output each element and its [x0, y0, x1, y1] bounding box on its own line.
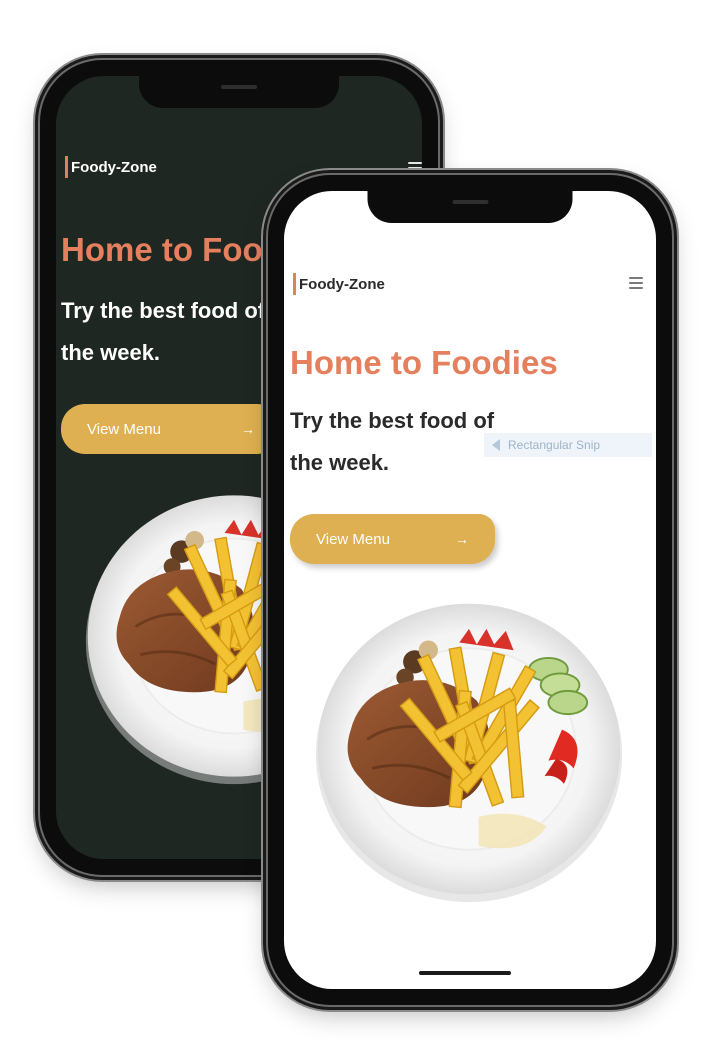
rectangular-snip-overlay: Rectangular Snip — [484, 433, 652, 457]
front-phone-mockup: Foody-Zone Home to Foodies Try the best … — [268, 175, 672, 1005]
hero-title: Home to Foodies — [290, 344, 558, 381]
brand-name: Foody-Zone — [299, 275, 385, 293]
snip-triangle-icon — [492, 439, 500, 451]
hamburger-menu-icon[interactable] — [629, 277, 643, 289]
view-menu-button[interactable]: View Menu → — [290, 514, 495, 564]
hero-subtitle-line1: Try the best food of — [61, 298, 266, 323]
brand-name: Foody-Zone — [71, 158, 157, 176]
brand-logo[interactable]: Foody-Zone — [293, 273, 385, 295]
home-indicator[interactable] — [419, 971, 511, 975]
food-plate-image — [310, 594, 628, 904]
arrow-right-icon: → — [455, 531, 469, 547]
brand-logo[interactable]: Foody-Zone — [65, 156, 157, 178]
phone-notch — [367, 191, 573, 223]
hero-subtitle: Try the best food of the week. — [290, 400, 494, 484]
view-menu-button[interactable]: View Menu → — [61, 404, 281, 454]
arrow-right-icon: → — [241, 421, 255, 437]
hero-subtitle-line2: the week. — [61, 340, 161, 365]
hero-subtitle-line2: the week. — [290, 450, 390, 475]
snip-label: Rectangular Snip — [508, 438, 601, 452]
brand-accent-bar — [65, 156, 68, 178]
hamburger-menu-icon[interactable] — [408, 162, 422, 174]
phone-notch — [139, 76, 339, 108]
view-menu-label: View Menu — [87, 420, 161, 438]
front-phone-screen: Foody-Zone Home to Foodies Try the best … — [284, 191, 656, 989]
hero-subtitle: Try the best food of the week. — [61, 290, 265, 374]
brand-accent-bar — [293, 273, 296, 295]
hero-subtitle-line1: Try the best food of — [290, 408, 495, 433]
view-menu-label: View Menu — [316, 530, 390, 548]
